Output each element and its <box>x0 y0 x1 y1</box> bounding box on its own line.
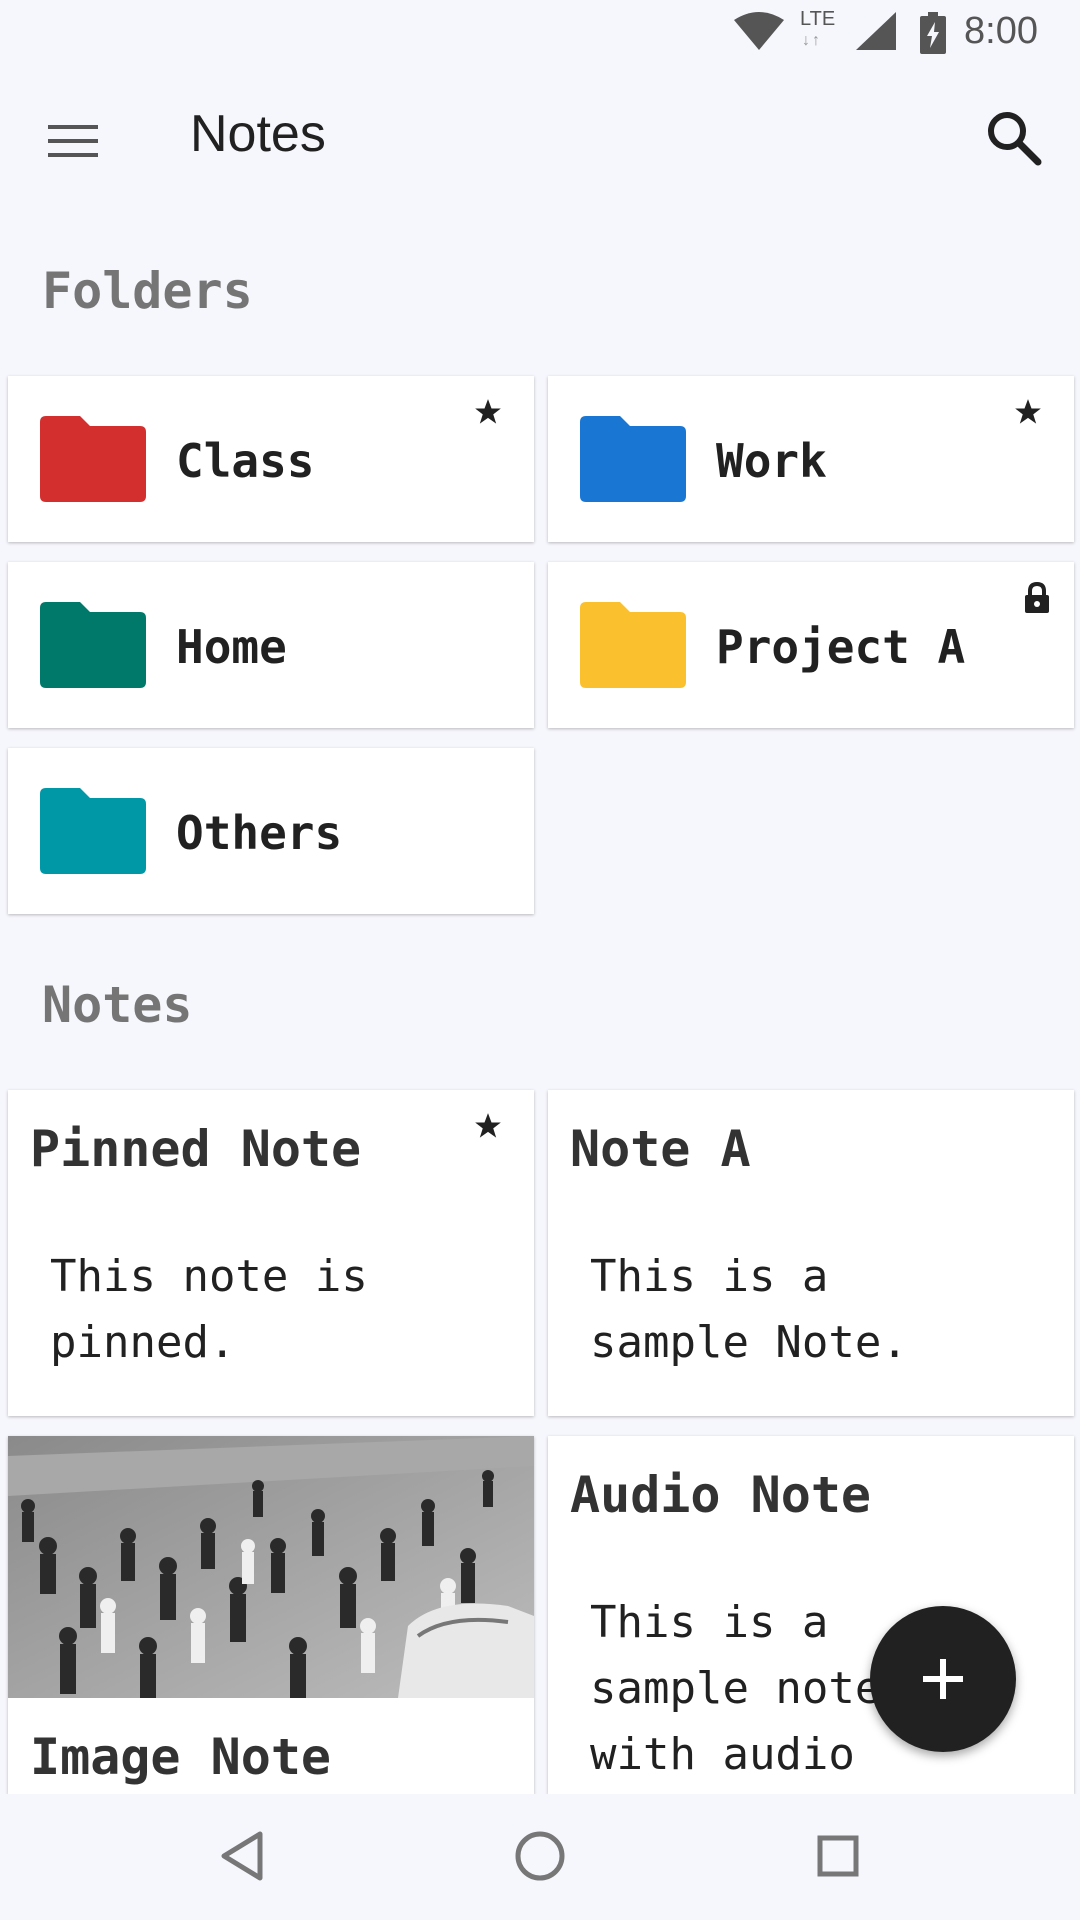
note-title: Pinned Note <box>30 1120 362 1178</box>
note-title: Image Note <box>30 1728 332 1786</box>
wifi-icon <box>734 12 784 50</box>
star-icon <box>1015 399 1041 424</box>
folder-card-others[interactable]: Others <box>8 748 534 914</box>
home-icon[interactable] <box>508 1824 572 1888</box>
notes-section-header: Notes <box>42 976 193 1034</box>
folder-icon <box>40 416 146 502</box>
system-nav-bar <box>0 1794 1080 1920</box>
note-card-image[interactable]: Image Note <box>8 1436 534 1794</box>
star-icon <box>475 1113 501 1138</box>
app-bar: Notes <box>0 64 1080 212</box>
folder-shape <box>40 416 146 502</box>
folder-card-home[interactable]: Home <box>8 562 534 728</box>
cell-signal-icon <box>856 12 896 50</box>
hamburger-menu-icon[interactable] <box>38 109 108 169</box>
note-title: Audio Note <box>570 1466 872 1524</box>
folder-name: Class <box>176 434 315 488</box>
folder-name: Others <box>176 806 343 860</box>
folder-icon <box>40 788 146 874</box>
note-image <box>8 1436 534 1698</box>
note-body: This note is pinned. <box>50 1251 368 1368</box>
folder-icon <box>40 602 146 688</box>
status-bar: LTE ↓↑ 8:00 <box>0 0 1080 64</box>
note-card-pinned[interactable]: Pinned Note This note is pinned. <box>8 1090 534 1416</box>
lock-icon <box>1025 582 1049 613</box>
note-title: Note A <box>570 1120 751 1178</box>
folder-icon <box>580 416 686 502</box>
note-body: This is a sample note with audio <box>590 1597 882 1780</box>
search-icon[interactable] <box>982 106 1046 170</box>
folder-icon <box>580 602 686 688</box>
folder-name: Project A <box>716 620 966 674</box>
page-title: Notes <box>190 105 326 163</box>
plus-icon <box>923 1659 963 1699</box>
lte-label: LTE <box>800 8 836 30</box>
star-icon <box>475 399 501 424</box>
folders-section-header: Folders <box>42 262 253 320</box>
folder-name: Work <box>716 434 827 488</box>
folder-card-work[interactable]: Work <box>548 376 1074 542</box>
back-icon[interactable] <box>210 1824 274 1888</box>
folder-card-project-a[interactable]: Project A <box>548 562 1074 728</box>
data-arrows-icon: ↓↑ <box>802 32 822 49</box>
add-note-button[interactable] <box>870 1606 1016 1752</box>
note-card-audio[interactable]: Audio Note This is a sample note with au… <box>548 1436 1074 1794</box>
note-card-note-a[interactable]: Note A This is a sample Note. <box>548 1090 1074 1416</box>
recents-icon[interactable] <box>806 1824 870 1888</box>
battery-charging-icon <box>920 12 946 54</box>
clock: 8:00 <box>964 10 1038 52</box>
folder-card-class[interactable]: Class <box>8 376 534 542</box>
folder-name: Home <box>176 620 287 674</box>
note-body: This is a sample Note. <box>590 1251 908 1368</box>
